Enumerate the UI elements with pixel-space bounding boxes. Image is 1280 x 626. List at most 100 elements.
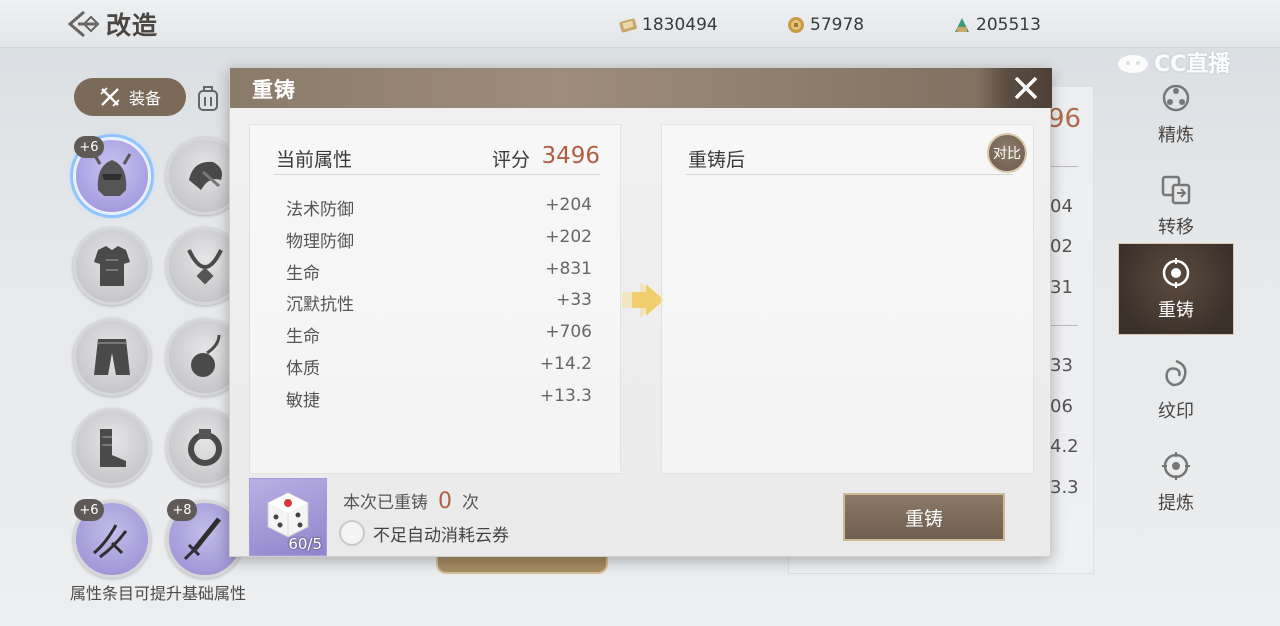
ring-icon: [188, 429, 222, 466]
back-arrow-icon: [67, 10, 100, 38]
current-attributes-title: 当前属性: [276, 149, 353, 171]
crossed-swords-icon: [100, 87, 120, 107]
transfer-icon: [1161, 175, 1191, 205]
resource-scroll-value: 1830494: [642, 15, 718, 35]
equip-slot-armor[interactable]: [73, 227, 151, 305]
background-value: 06: [1050, 396, 1073, 417]
extract-icon: [1162, 452, 1190, 480]
attribute-name: 物理防御: [286, 231, 354, 252]
resource-scroll: 1830494: [618, 12, 718, 38]
recast-count-suffix: 次: [462, 493, 479, 513]
sidebar-item-label: 纹印: [1158, 401, 1194, 422]
sidebar-item-transfer[interactable]: 转移: [1118, 160, 1234, 252]
chest-armor-icon: [94, 246, 130, 286]
equip-slot-boots[interactable]: [73, 408, 151, 486]
pants-icon: [94, 339, 130, 375]
attribute-value: +204: [545, 195, 592, 215]
background-value: 4.2: [1050, 436, 1079, 457]
top-bar: 改造 1830494 57978 205513: [0, 0, 1280, 48]
sidebar-item-label: 转移: [1158, 217, 1194, 238]
gold-coin-icon: [788, 17, 804, 33]
tab-backpack-icon[interactable]: [196, 84, 220, 112]
sidebar-item-label: 重铸: [1158, 300, 1194, 321]
seal-icon: [1165, 359, 1187, 387]
score-label: 评分: [491, 149, 530, 171]
recast-count-prefix: 本次已重铸: [343, 493, 428, 513]
sidebar-item-refine[interactable]: 精炼: [1118, 68, 1234, 160]
background-divider: [1048, 166, 1078, 167]
close-button[interactable]: [978, 68, 1052, 108]
after-recast-title: 重铸后: [688, 149, 746, 171]
score-value: 3496: [541, 143, 600, 169]
close-icon: [1014, 76, 1038, 100]
dialog-header: 重铸: [230, 68, 1052, 108]
attribute-row: 生命 +831: [286, 255, 592, 287]
jade-currency-icon: [955, 18, 969, 32]
page-title: 改造: [106, 11, 159, 40]
resource-gold-value: 57978: [810, 15, 865, 35]
compare-button[interactable]: 对比: [987, 133, 1027, 173]
refine-icon: [1162, 84, 1190, 112]
enhance-level-badge: +6: [74, 499, 104, 521]
resource-jade: 205513: [952, 12, 1041, 38]
after-recast-header: 重铸后: [686, 143, 1013, 175]
sidebar-item-recast[interactable]: 重铸: [1118, 243, 1234, 335]
attribute-row: 敏捷 +13.3: [286, 382, 592, 414]
attribute-value: +202: [545, 226, 592, 247]
tab-equipment[interactable]: 装备: [74, 78, 186, 116]
sidebar-item-seal[interactable]: 纹印: [1118, 344, 1234, 436]
after-recast-card: 重铸后 对比: [661, 124, 1034, 474]
attribute-list: 法术防御 +204 物理防御 +202 生命 +831 沉默抗性 +33 生命 …: [286, 191, 592, 414]
background-score: 96: [1048, 104, 1082, 134]
background-value: 02: [1050, 236, 1073, 257]
attribute-value: +33: [556, 290, 592, 311]
recast-count-number: 0: [438, 489, 452, 514]
background-divider: [1048, 325, 1078, 326]
back-button[interactable]: 改造: [66, 6, 158, 42]
dialog-title: 重铸: [252, 78, 296, 102]
recast-button[interactable]: 重铸: [843, 493, 1005, 541]
background-value: 33: [1050, 355, 1073, 376]
background-value: 3.3: [1050, 477, 1079, 498]
enhance-level-badge: +6: [74, 136, 104, 158]
current-attributes-card: 当前属性 评分 3496 法术防御 +204 物理防御 +202 生命 +831…: [249, 124, 621, 474]
shoulder-armor-icon: [189, 161, 222, 190]
scroll-ticket-icon: [619, 18, 637, 33]
equip-slot-weapon-claw[interactable]: +6: [73, 499, 151, 578]
attribute-value: +13.3: [539, 385, 592, 406]
sidebar-item-extract[interactable]: 提炼: [1118, 436, 1234, 528]
attribute-name: 生命: [286, 327, 320, 348]
background-value: 04: [1050, 196, 1073, 217]
resource-jade-value: 205513: [976, 15, 1041, 35]
auto-consume-checkbox[interactable]: [339, 520, 365, 546]
function-sidebar: 精炼 转移 重铸 纹印 提炼: [1118, 56, 1234, 526]
attribute-value: +831: [545, 258, 592, 279]
attribute-name: 生命: [286, 263, 320, 284]
attribute-row: 沉默抗性 +33: [286, 286, 592, 318]
recast-count-text: 本次已重铸 0 次: [343, 488, 479, 514]
attribute-name: 法术防御: [286, 200, 354, 220]
recast-material-item[interactable]: 60/5: [249, 478, 327, 556]
auto-consume-label: 不足自动消耗云券: [373, 525, 509, 546]
current-attributes-header: 当前属性 评分 3496: [274, 143, 600, 175]
equip-slot-pants[interactable]: [73, 318, 151, 396]
sidebar-item-label: 提炼: [1158, 493, 1194, 514]
auto-consume-option[interactable]: 不足自动消耗云券: [339, 520, 509, 546]
attribute-name: 沉默抗性: [286, 295, 354, 316]
boots-icon: [100, 429, 126, 467]
hint-text: 属性条目可提升基础属性: [70, 584, 247, 603]
attribute-value: +706: [545, 322, 592, 343]
attribute-name: 体质: [286, 358, 320, 379]
attribute-value: +14.2: [539, 353, 592, 374]
attribute-row: 体质 +14.2: [286, 350, 592, 382]
enhance-level-badge: +8: [167, 499, 197, 521]
item-count: 60/5: [288, 535, 322, 553]
background-button-edge: [436, 556, 608, 574]
equip-slot-helmet[interactable]: +6: [73, 136, 151, 215]
resource-gold: 57978: [786, 12, 864, 38]
necklace-icon: [187, 249, 223, 285]
recast-dialog: 重铸 当前属性 评分 3496 法术防御 +204 物理防御 +202 生命 +…: [229, 67, 1052, 557]
sidebar-item-label: 精炼: [1158, 125, 1194, 146]
tab-equipment-label: 装备: [128, 89, 161, 108]
attribute-name: 敏捷: [286, 390, 320, 411]
